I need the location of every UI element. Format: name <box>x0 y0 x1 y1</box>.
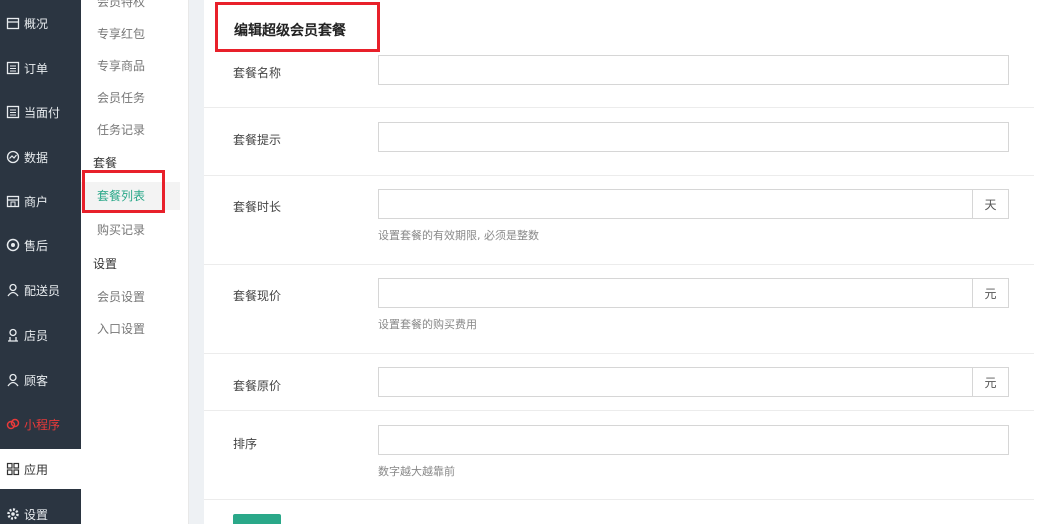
nav-label: 概况 <box>24 16 49 31</box>
divider <box>204 410 1034 411</box>
calendar-icon <box>6 16 20 30</box>
highlight-box-package-list <box>82 170 165 213</box>
user-icon <box>6 373 20 387</box>
submit-button[interactable] <box>233 514 281 524</box>
sort-input[interactable] <box>378 425 1009 455</box>
nav-item-miniapp[interactable]: 小程序 <box>0 404 81 444</box>
nav-item-face-pay[interactable]: 当面付 <box>0 92 81 132</box>
duration-label: 套餐时长 <box>233 200 282 214</box>
sub-item-task-record[interactable]: 任务记录 <box>97 121 145 138</box>
nav-item-orders[interactable]: 订单 <box>0 48 81 88</box>
package-orig-price-input[interactable]: 元 <box>378 367 1009 397</box>
nav-label: 商户 <box>24 194 49 209</box>
nav-label: 售后 <box>24 238 49 253</box>
shop-icon <box>6 194 20 208</box>
sub-item-member-settings[interactable]: 会员设置 <box>97 288 145 305</box>
sub-item-exclusive-goods[interactable]: 专享商品 <box>97 57 145 74</box>
miniapp-icon <box>6 417 20 431</box>
sort-help: 数字越大越靠前 <box>378 465 455 478</box>
user-icon <box>6 328 20 342</box>
sub-item-vip-privilege[interactable]: 会员特权 <box>97 0 145 10</box>
divider <box>204 499 1034 500</box>
nav-label: 数据 <box>24 150 49 165</box>
price-unit-addon: 元 <box>972 279 1008 307</box>
highlight-box-title <box>215 2 380 52</box>
nav-label: 应用 <box>24 462 49 477</box>
orig-price-unit-addon: 元 <box>972 368 1008 396</box>
nav-label: 顾客 <box>24 373 49 388</box>
divider <box>204 353 1034 354</box>
nav-label: 配送员 <box>24 283 61 298</box>
duration-unit-addon: 天 <box>972 190 1008 218</box>
duration-help: 设置套餐的有效期限, 必须是整数 <box>378 229 539 242</box>
chart-icon <box>6 150 20 164</box>
nav-label: 当面付 <box>24 105 61 120</box>
sub-group-settings: 设置 <box>93 257 118 271</box>
package-tip-input[interactable] <box>378 122 1009 152</box>
nav-item-data[interactable]: 数据 <box>0 137 81 177</box>
name-label: 套餐名称 <box>233 66 282 80</box>
price-label: 套餐现价 <box>233 289 282 303</box>
nav-item-customer[interactable]: 顾客 <box>0 360 81 400</box>
divider <box>204 107 1034 108</box>
nav-item-clerk[interactable]: 店员 <box>0 315 81 355</box>
main-nav: 概况 订单 当面付 数据 商户 售后 配送员 店员 顾客 小程序 应用 设置 <box>0 0 81 524</box>
package-duration-input[interactable]: 天 <box>378 189 1009 219</box>
sub-item-exclusive-redpacket[interactable]: 专享红包 <box>97 25 145 42</box>
nav-label: 小程序 <box>24 417 61 432</box>
service-icon <box>6 238 20 252</box>
sort-label: 排序 <box>233 437 258 451</box>
list-icon <box>6 61 20 75</box>
nav-label: 订单 <box>24 61 49 76</box>
apps-icon <box>6 462 20 476</box>
price-help: 设置套餐的购买费用 <box>378 318 477 331</box>
nav-item-merchant[interactable]: 商户 <box>0 181 81 221</box>
package-name-input[interactable] <box>378 55 1009 85</box>
sub-item-purchase-record[interactable]: 购买记录 <box>97 221 145 238</box>
nav-item-aftersales[interactable]: 售后 <box>0 225 81 265</box>
sub-item-entry-settings[interactable]: 入口设置 <box>97 320 145 337</box>
edit-form: 编辑超级会员套餐 套餐名称 套餐提示 套餐时长 天 设置套餐的有效期限, 必须是… <box>204 0 1054 524</box>
user-icon <box>6 283 20 297</box>
nav-label: 设置 <box>24 507 49 522</box>
nav-item-overview[interactable]: 概况 <box>0 3 81 43</box>
nav-item-settings[interactable]: 设置 <box>0 494 81 524</box>
list-icon <box>6 105 20 119</box>
sub-group-package: 套餐 <box>93 156 118 170</box>
divider <box>204 264 1034 265</box>
tip-label: 套餐提示 <box>233 133 282 147</box>
sub-menu: 会员特权 专享红包 专享商品 会员任务 任务记录 套餐 套餐列表 购买记录 设置… <box>81 0 189 524</box>
gear-icon <box>6 507 20 521</box>
content-gutter <box>189 0 204 524</box>
nav-item-apps[interactable]: 应用 <box>0 449 81 489</box>
sub-item-member-task[interactable]: 会员任务 <box>97 89 145 106</box>
nav-item-courier[interactable]: 配送员 <box>0 270 81 310</box>
package-price-input[interactable]: 元 <box>378 278 1009 308</box>
orig-price-label: 套餐原价 <box>233 379 282 393</box>
divider <box>204 175 1034 176</box>
nav-label: 店员 <box>24 328 49 343</box>
